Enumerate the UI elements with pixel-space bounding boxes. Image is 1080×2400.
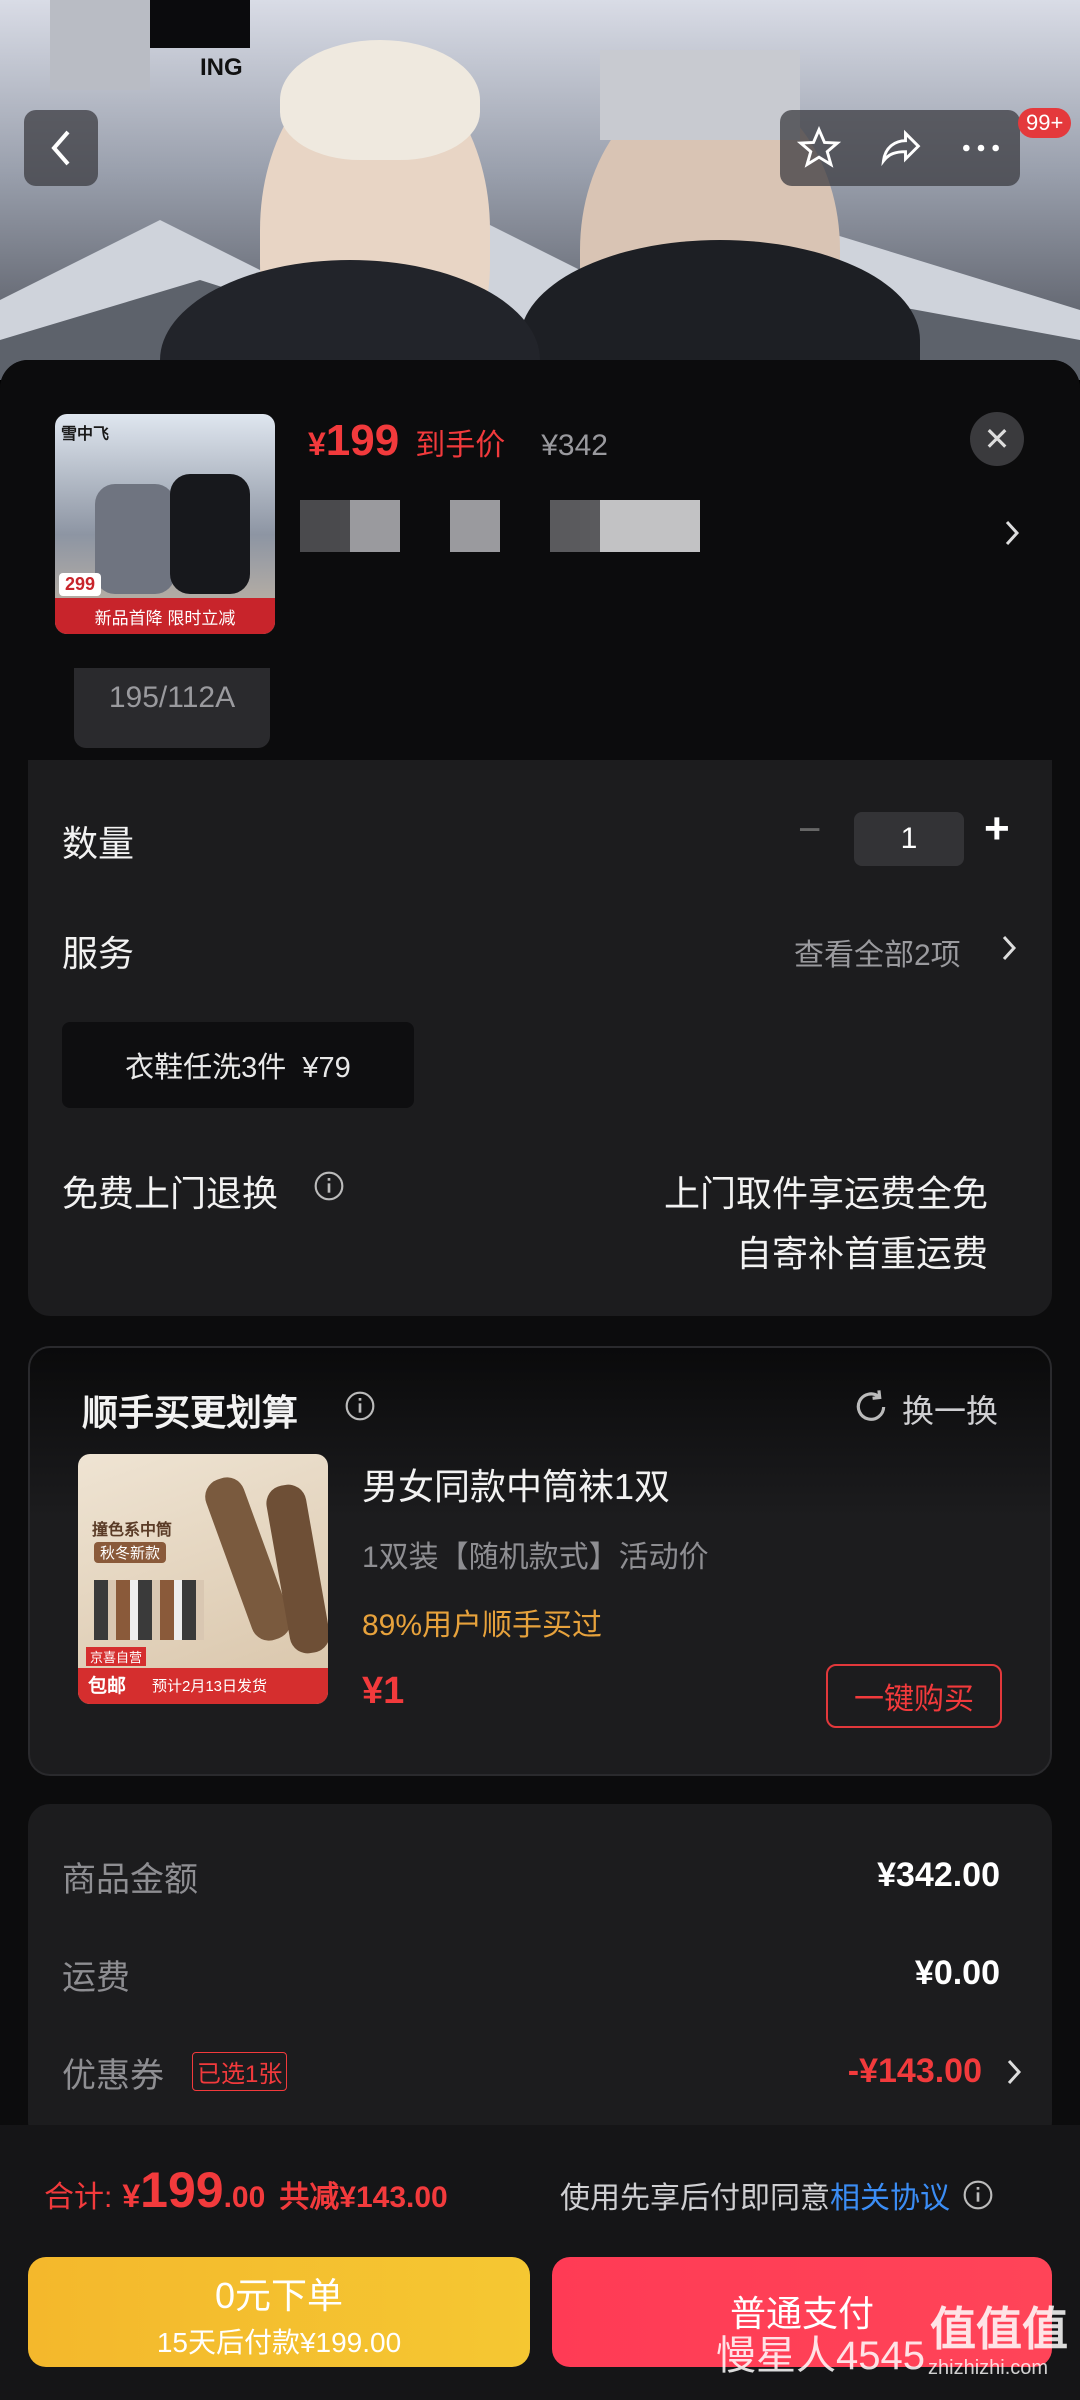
ship-value: ¥0.00 [914, 1954, 1000, 1992]
notification-badge: 99+ [1018, 108, 1072, 138]
size-option-label: 195/112A [108, 681, 236, 714]
service-chip[interactable]: 衣鞋任洗3件 ¥79 [62, 1022, 414, 1108]
brand-text: ING [200, 54, 243, 81]
close-button[interactable]: ✕ [970, 412, 1024, 466]
blurred-logo [50, 0, 150, 90]
original-price: ¥342 [541, 429, 608, 462]
sock-row [94, 1580, 204, 1640]
addon-item-desc: 1双装【随机款式】活动价 [362, 1541, 709, 1574]
info-icon[interactable] [313, 1170, 345, 1202]
addon-swap[interactable]: 换一换 [902, 1386, 998, 1432]
pay-later-sub: 15天后付款¥199.00 [156, 2327, 402, 2358]
price-label: 到手价 [415, 429, 506, 462]
refresh-icon[interactable] [852, 1388, 890, 1426]
agreement-info-icon[interactable] [962, 2179, 994, 2211]
addon-item-stat: 89%用户顺手买过 [362, 1609, 603, 1642]
total-symbol: ¥ [122, 2178, 141, 2214]
blurred-spec-2 [350, 500, 400, 552]
coupon-chevron-icon[interactable] [1006, 2058, 1024, 2086]
model-woman-hat [280, 40, 480, 160]
addon-info-icon[interactable] [344, 1390, 376, 1422]
agreement-text: 使用先享后付即同意 [560, 2182, 830, 2215]
thumb-brand: 雪中飞 [61, 426, 110, 443]
total-saved: 共减¥143.00 [279, 2181, 448, 2214]
price-value: 199 [325, 416, 400, 465]
addon-card: 顺手买更划算 换一换 撞色系中筒 秋冬新款 京喜自营 包邮 预计2月13日发货 … [28, 1346, 1052, 1776]
coupon-tag: 已选1张 [192, 2052, 288, 2091]
spec-chevron-icon[interactable] [1003, 518, 1023, 548]
return-line-1: 上门取件享运费全免 [663, 1173, 988, 1214]
summary-card: 商品金额 ¥342.00 运费 ¥0.00 优惠券 已选1张 -¥143.00 [28, 1804, 1052, 2144]
blurred-spec-3 [450, 500, 500, 552]
close-icon: ✕ [983, 421, 1011, 457]
product-header: 雪中飞 299 新品首降 限时立减 ¥199 到手价 ¥342 ✕ [0, 360, 1080, 668]
thumb-price: 299 [59, 573, 102, 596]
options-card: 数量 − 1 + 服务 查看全部2项 衣鞋任洗3件 ¥79 免费上门退换 上门取… [28, 760, 1052, 1316]
thumb-banner: 新品首降 限时立减 [55, 598, 275, 634]
quantity-input[interactable]: 1 [854, 812, 964, 866]
total-int: 199 [140, 2162, 224, 2218]
watermark-url: zhizhizhi.com [928, 2357, 1049, 2379]
price-symbol: ¥ [308, 426, 326, 462]
blurred-spec [300, 500, 350, 552]
service-chip-label: 衣鞋任洗3件 ¥79 [125, 1052, 351, 1084]
total-label: 合计: [44, 2181, 113, 2214]
quantity-plus-button[interactable]: + [984, 804, 1010, 854]
watermark-site: 值值值 [930, 2303, 1068, 2355]
thumb-jacket-right [170, 474, 250, 594]
pay-later-button[interactable]: 0元下单 15天后付款¥199.00 [28, 2257, 530, 2367]
addon-thumb-ship: 预计2月13日发货 [152, 1678, 268, 1695]
blurred-region [600, 50, 800, 140]
quantity-minus-button[interactable]: − [798, 808, 821, 853]
action-group [780, 110, 1020, 186]
return-line-2: 自寄补首重运费 [735, 1233, 988, 1274]
addon-item-title[interactable]: 男女同款中筒袜1双 [362, 1458, 670, 1510]
total-group: 合计: ¥ 199 .00 共减¥143.00 [44, 2161, 448, 2219]
goods-value: ¥342.00 [877, 1856, 1000, 1894]
checkout-bar: 合计: ¥ 199 .00 共减¥143.00 使用先享后付即同意 相关协议 0… [0, 2125, 1080, 2400]
ship-label: 运费 [62, 1959, 130, 1997]
total-dec: .00 [223, 2181, 266, 2214]
addon-buy-button[interactable]: 一键购买 [826, 1664, 1002, 1728]
share-icon[interactable] [876, 126, 924, 170]
back-button[interactable] [24, 110, 98, 186]
more-icon[interactable] [959, 126, 1003, 170]
back-icon [51, 130, 70, 166]
return-label: 免费上门退换 [62, 1173, 279, 1214]
addon-thumbnail: 撞色系中筒 秋冬新款 京喜自营 包邮 预计2月13日发货 [78, 1454, 328, 1704]
blurred-logo-2 [150, 0, 250, 48]
addon-thumb-badge: 包邮 [88, 1676, 127, 1697]
coupon-label: 优惠券 [62, 2057, 164, 2095]
goods-label: 商品金额 [62, 1861, 198, 1899]
addon-buy-label: 一键购买 [854, 1683, 974, 1716]
agreement-link[interactable]: 相关协议 [830, 2173, 950, 2217]
addon-title: 顺手买更划算 [82, 1392, 299, 1433]
star-icon[interactable] [797, 126, 842, 170]
product-thumbnail: 雪中飞 299 新品首降 限时立减 [55, 414, 275, 634]
agreement-group: 使用先享后付即同意 相关协议 [560, 2173, 994, 2217]
service-view-all[interactable]: 查看全部2项 [794, 930, 961, 974]
quantity-value: 1 [900, 822, 918, 855]
watermark-user: 慢星人4545 [716, 2334, 925, 2378]
hero-banner: ING [0, 0, 1080, 380]
pay-later-title: 0元下单 [214, 2275, 344, 2316]
quantity-label: 数量 [62, 823, 135, 864]
addon-thumb-top: 撞色系中筒 [92, 1522, 173, 1539]
addon-item-price: ¥1 [362, 1670, 405, 1712]
blurred-spec-4 [550, 500, 600, 552]
addon-thumb-store: 京喜自营 [86, 1647, 147, 1666]
service-chevron-icon[interactable] [1001, 934, 1019, 962]
addon-thumb-sub: 秋冬新款 [94, 1542, 167, 1563]
coupon-value[interactable]: -¥143.00 [848, 2052, 982, 2091]
price-row: ¥199 到手价 ¥342 [308, 416, 608, 466]
thumb-jacket-left [95, 484, 175, 594]
blurred-spec-5 [600, 500, 700, 552]
service-label: 服务 [62, 933, 135, 974]
